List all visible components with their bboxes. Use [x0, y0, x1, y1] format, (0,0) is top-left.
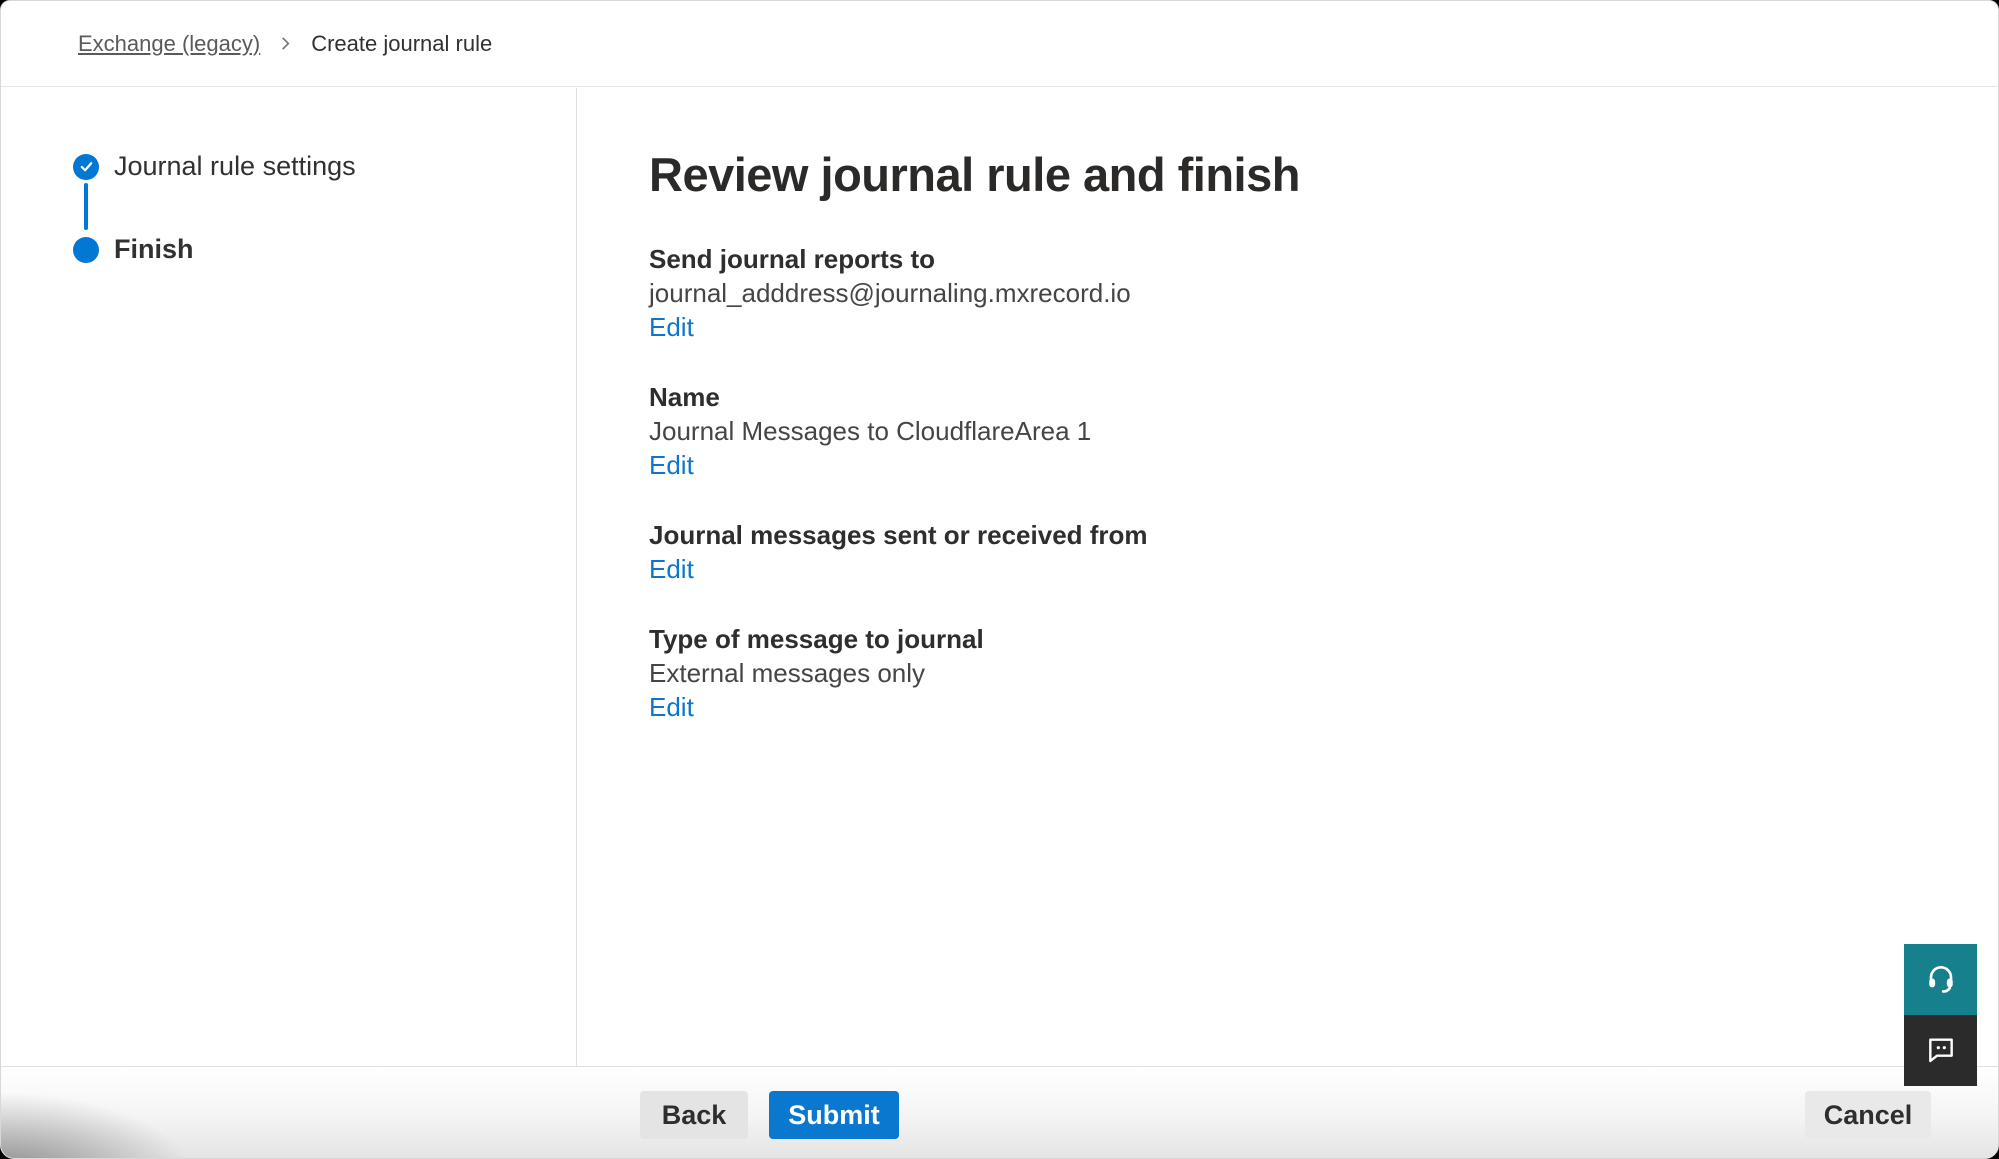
wizard-step-label: Journal rule settings: [114, 151, 356, 182]
step-connector-line: [84, 183, 88, 230]
message-type-value: External messages only: [649, 656, 1749, 690]
breadcrumb-link-exchange-legacy[interactable]: Exchange (legacy): [78, 31, 260, 57]
journal-report-address-value: journal_adddress@journaling.mxrecord.io: [649, 276, 1749, 310]
review-section-message-type: Type of message to journal External mess…: [649, 622, 1749, 724]
headset-icon: [1925, 962, 1957, 997]
section-label: Name: [649, 380, 1749, 414]
cancel-button[interactable]: Cancel: [1805, 1091, 1931, 1139]
footer-action-bar: Back Submit Cancel: [1, 1066, 1998, 1158]
chat-icon: [1925, 1033, 1957, 1068]
wizard-step-finish[interactable]: Finish: [73, 234, 194, 265]
app-window: Exchange (legacy) Create journal rule Jo…: [0, 0, 1999, 1159]
edit-send-journal-reports-link[interactable]: Edit: [649, 310, 694, 344]
review-section-journal-messages-scope: Journal messages sent or received from E…: [649, 518, 1749, 586]
step-current-dot-icon: [73, 237, 99, 263]
back-button[interactable]: Back: [640, 1091, 748, 1139]
review-section-send-journal-reports-to: Send journal reports to journal_adddress…: [649, 242, 1749, 344]
breadcrumb-current-page: Create journal rule: [311, 31, 492, 57]
submit-button[interactable]: Submit: [769, 1091, 899, 1139]
section-label: Journal messages sent or received from: [649, 518, 1749, 552]
wizard-step-journal-rule-settings[interactable]: Journal rule settings: [73, 151, 356, 182]
help-button[interactable]: [1904, 944, 1977, 1015]
side-button-stack: [1904, 944, 1977, 1086]
edit-name-link[interactable]: Edit: [649, 448, 694, 482]
step-completed-check-icon: [73, 154, 99, 180]
section-label: Type of message to journal: [649, 622, 1749, 656]
section-label: Send journal reports to: [649, 242, 1749, 276]
chevron-right-icon: [278, 36, 293, 51]
edit-message-type-link[interactable]: Edit: [649, 690, 694, 724]
review-pane: Review journal rule and finish Send jour…: [649, 151, 1749, 760]
rule-name-value: Journal Messages to CloudflareArea 1: [649, 414, 1749, 448]
edit-journal-messages-scope-link[interactable]: Edit: [649, 552, 694, 586]
wizard-steps-rail: Journal rule settings Finish: [1, 88, 577, 1068]
review-section-name: Name Journal Messages to CloudflareArea …: [649, 380, 1749, 482]
wizard-step-label: Finish: [114, 234, 194, 265]
breadcrumb: Exchange (legacy) Create journal rule: [1, 1, 1998, 87]
page-title: Review journal rule and finish: [649, 151, 1749, 199]
feedback-button[interactable]: [1904, 1015, 1977, 1086]
